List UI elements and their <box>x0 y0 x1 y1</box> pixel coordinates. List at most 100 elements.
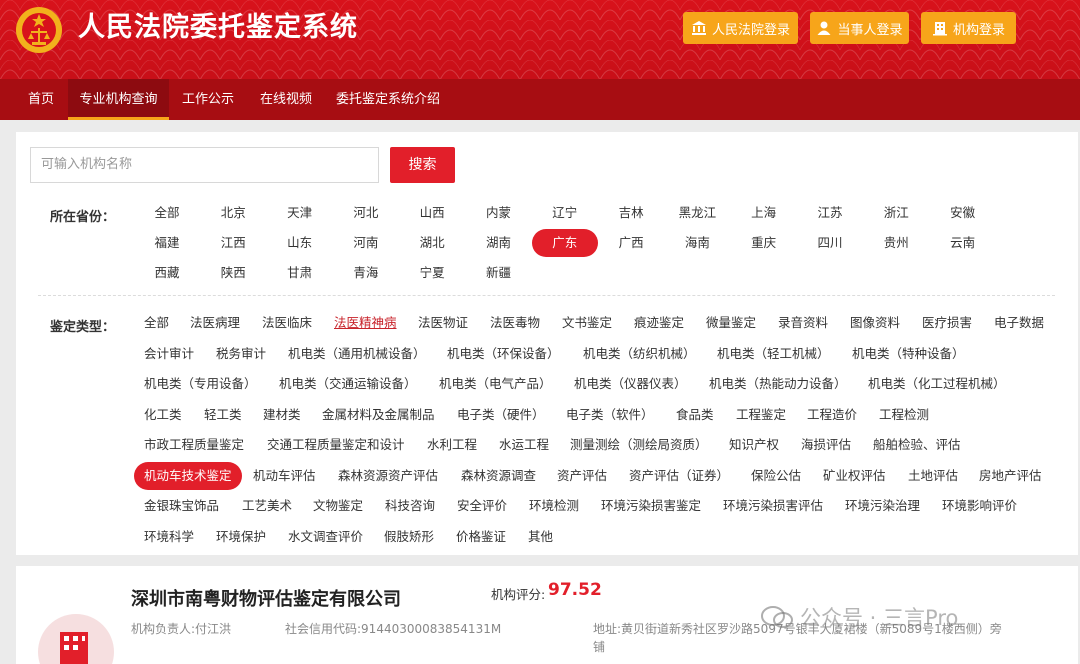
appraisal-type-option[interactable]: 环境污染治理 <box>845 492 920 520</box>
appraisal-type-option[interactable]: 机电类（通用机械设备） <box>288 340 426 368</box>
province-option[interactable]: 山东 <box>267 229 333 257</box>
appraisal-type-option[interactable]: 微量鉴定 <box>706 309 756 337</box>
appraisal-type-option[interactable]: 会计审计 <box>144 340 194 368</box>
province-option[interactable]: 黑龙江 <box>664 199 730 227</box>
province-option[interactable]: 福建 <box>134 229 200 257</box>
appraisal-type-option[interactable]: 机电类（化工过程机械） <box>868 370 1006 398</box>
appraisal-type-option[interactable]: 电子数据 <box>994 309 1044 337</box>
appraisal-type-option[interactable]: 法医病理 <box>190 309 240 337</box>
party-login-button[interactable]: 当事人登录 <box>810 12 909 44</box>
appraisal-type-option[interactable]: 科技咨询 <box>385 492 435 520</box>
appraisal-type-option[interactable]: 环境科学 <box>144 523 194 551</box>
appraisal-type-option[interactable]: 机电类（仪器仪表） <box>574 370 687 398</box>
appraisal-type-option[interactable]: 法医物证 <box>418 309 468 337</box>
province-option[interactable]: 湖南 <box>466 229 532 257</box>
appraisal-type-option[interactable]: 价格鉴证 <box>456 523 506 551</box>
province-option[interactable]: 天津 <box>267 199 333 227</box>
province-option[interactable]: 河南 <box>333 229 399 257</box>
appraisal-type-option[interactable]: 交通工程质量鉴定和设计 <box>267 431 405 459</box>
province-option[interactable]: 江西 <box>200 229 266 257</box>
appraisal-type-option[interactable]: 测量测绘（测绘局资质） <box>570 431 708 459</box>
search-button[interactable]: 搜索 <box>390 147 455 183</box>
appraisal-type-option[interactable]: 文书鉴定 <box>562 309 612 337</box>
appraisal-type-option[interactable]: 录音资料 <box>778 309 828 337</box>
appraisal-type-option[interactable]: 食品类 <box>676 401 714 429</box>
province-option[interactable]: 辽宁 <box>532 199 598 227</box>
province-option[interactable]: 西藏 <box>134 259 200 287</box>
province-option[interactable]: 重庆 <box>731 229 797 257</box>
appraisal-type-option[interactable]: 化工类 <box>144 401 182 429</box>
province-option[interactable]: 全部 <box>134 199 200 227</box>
appraisal-type-option[interactable]: 工艺美术 <box>242 492 292 520</box>
province-option[interactable]: 海南 <box>664 229 730 257</box>
province-option[interactable]: 广西 <box>598 229 664 257</box>
agency-login-button[interactable]: 机构登录 <box>921 12 1016 44</box>
province-option[interactable]: 新疆 <box>466 259 532 287</box>
appraisal-type-option[interactable]: 矿业权评估 <box>823 462 886 490</box>
nav-home[interactable]: 首页 <box>20 79 62 120</box>
appraisal-type-option[interactable]: 医疗损害 <box>922 309 972 337</box>
appraisal-type-option[interactable]: 机动车评估 <box>253 462 316 490</box>
appraisal-type-option[interactable]: 法医毒物 <box>490 309 540 337</box>
appraisal-type-option[interactable]: 海损评估 <box>801 431 851 459</box>
appraisal-type-option[interactable]: 机电类（特种设备） <box>852 340 965 368</box>
appraisal-type-option[interactable]: 安全评价 <box>457 492 507 520</box>
appraisal-type-option[interactable]: 机电类（环保设备） <box>447 340 560 368</box>
appraisal-type-option[interactable]: 水文调查评价 <box>288 523 363 551</box>
appraisal-type-option[interactable]: 环境影响评价 <box>942 492 1017 520</box>
province-option[interactable]: 青海 <box>333 259 399 287</box>
appraisal-type-option[interactable]: 电子类（硬件） <box>457 401 545 429</box>
appraisal-type-option[interactable]: 水运工程 <box>499 431 549 459</box>
appraisal-type-option[interactable]: 资产评估（证券） <box>629 462 729 490</box>
province-option[interactable]: 甘肃 <box>267 259 333 287</box>
province-option[interactable]: 湖北 <box>399 229 465 257</box>
appraisal-type-option[interactable]: 机电类（交通运输设备） <box>279 370 417 398</box>
province-option[interactable]: 安徽 <box>930 199 996 227</box>
appraisal-type-option[interactable]: 工程造价 <box>807 401 857 429</box>
appraisal-type-option[interactable]: 文物鉴定 <box>313 492 363 520</box>
appraisal-type-option[interactable]: 机动车技术鉴定 <box>134 462 242 490</box>
appraisal-type-option[interactable]: 保险公估 <box>751 462 801 490</box>
appraisal-type-option[interactable]: 市政工程质量鉴定 <box>144 431 244 459</box>
province-option[interactable]: 浙江 <box>863 199 929 227</box>
appraisal-type-option[interactable]: 假肢矫形 <box>384 523 434 551</box>
appraisal-type-option[interactable]: 环境污染损害鉴定 <box>601 492 701 520</box>
appraisal-type-option[interactable]: 其他 <box>528 523 553 551</box>
appraisal-type-option[interactable]: 工程检测 <box>879 401 929 429</box>
appraisal-type-option[interactable]: 轻工类 <box>204 401 242 429</box>
province-option[interactable]: 贵州 <box>863 229 929 257</box>
province-option[interactable]: 广东 <box>531 229 598 257</box>
appraisal-type-option[interactable]: 机电类（纺织机械） <box>583 340 696 368</box>
province-option[interactable]: 北京 <box>200 199 266 227</box>
province-option[interactable]: 吉林 <box>598 199 664 227</box>
appraisal-type-option[interactable]: 知识产权 <box>729 431 779 459</box>
appraisal-type-option[interactable]: 环境污染损害评估 <box>723 492 823 520</box>
province-option[interactable]: 江苏 <box>797 199 863 227</box>
nav-online-video[interactable]: 在线视频 <box>254 79 318 120</box>
appraisal-type-option[interactable]: 房地产评估 <box>979 462 1042 490</box>
search-input[interactable]: 可输入机构名称 <box>30 147 379 183</box>
appraisal-type-option[interactable]: 机电类（热能动力设备） <box>709 370 847 398</box>
province-option[interactable]: 云南 <box>930 229 996 257</box>
appraisal-type-option[interactable]: 税务审计 <box>216 340 266 368</box>
appraisal-type-option[interactable]: 资产评估 <box>557 462 607 490</box>
province-option[interactable]: 上海 <box>731 199 797 227</box>
appraisal-type-option[interactable]: 金属材料及金属制品 <box>322 401 435 429</box>
appraisal-type-option[interactable]: 船舶检验、评估 <box>873 431 961 459</box>
court-login-button[interactable]: 人民法院登录 <box>683 12 798 44</box>
appraisal-type-option[interactable]: 森林资源资产评估 <box>338 462 438 490</box>
province-option[interactable]: 宁夏 <box>399 259 465 287</box>
appraisal-type-option[interactable]: 森林资源调查 <box>461 462 536 490</box>
province-option[interactable]: 山西 <box>399 199 465 227</box>
appraisal-type-option[interactable]: 图像资料 <box>850 309 900 337</box>
appraisal-type-option[interactable]: 金银珠宝饰品 <box>144 492 219 520</box>
appraisal-type-option[interactable]: 土地评估 <box>908 462 958 490</box>
province-option[interactable]: 内蒙 <box>466 199 532 227</box>
nav-agency-search[interactable]: 专业机构查询 <box>68 79 169 120</box>
appraisal-type-option[interactable]: 水利工程 <box>427 431 477 459</box>
nav-work-publicity[interactable]: 工作公示 <box>176 79 240 120</box>
province-option[interactable]: 河北 <box>333 199 399 227</box>
nav-system-intro[interactable]: 委托鉴定系统介绍 <box>332 79 444 120</box>
appraisal-type-option[interactable]: 建材类 <box>263 401 301 429</box>
appraisal-type-option[interactable]: 工程鉴定 <box>736 401 786 429</box>
